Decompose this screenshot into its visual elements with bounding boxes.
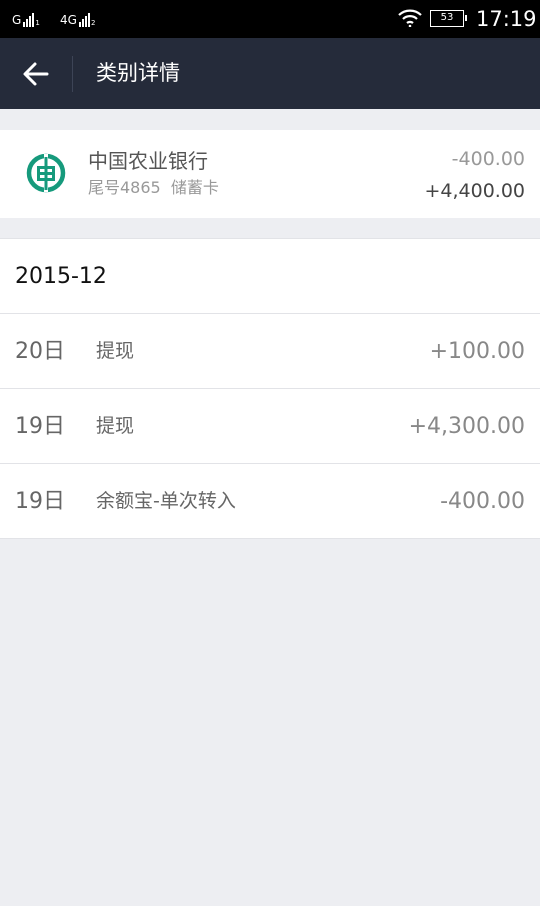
battery-level: 53 bbox=[440, 12, 454, 23]
battery-icon: 53 bbox=[430, 10, 467, 27]
signal-icon: G 1 bbox=[12, 11, 40, 27]
wifi-icon bbox=[398, 9, 422, 27]
status-time: 17:19 bbox=[476, 7, 537, 31]
signal-2-sub: 2 bbox=[90, 19, 96, 27]
card-info: 尾号4865 储蓄卡 bbox=[88, 178, 219, 197]
signal-icon: 4G 2 bbox=[60, 11, 95, 27]
month-header: 2015-12 bbox=[0, 239, 540, 314]
transaction-amount: +100.00 bbox=[429, 339, 525, 364]
transaction-row[interactable]: 19日 余额宝-单次转入 -400.00 bbox=[0, 464, 540, 539]
signal-1-label: G bbox=[12, 13, 22, 27]
transaction-day: 20日 bbox=[15, 339, 65, 364]
abc-bank-logo-icon bbox=[26, 153, 66, 193]
bank-name: 中国农业银行 bbox=[88, 149, 208, 173]
signal-2-label: 4G bbox=[60, 13, 77, 27]
transaction-amount: +4,300.00 bbox=[408, 414, 525, 439]
back-button[interactable] bbox=[10, 50, 62, 98]
transaction-row[interactable]: 20日 提现 +100.00 bbox=[0, 314, 540, 389]
transaction-row[interactable]: 19日 提现 +4,300.00 bbox=[0, 389, 540, 464]
transaction-day: 19日 bbox=[15, 414, 65, 439]
amount-out: -400.00 bbox=[451, 148, 525, 170]
arrow-left-icon bbox=[23, 62, 49, 86]
signal-1-sub: 1 bbox=[35, 19, 40, 27]
transaction-day: 19日 bbox=[15, 489, 65, 514]
status-bar: G 1 4G 2 53 17:19 bbox=[0, 0, 540, 38]
transaction-list: 2015-12 20日 提现 +100.00 19日 提现 +4,300.00 … bbox=[0, 238, 540, 539]
transaction-amount: -400.00 bbox=[440, 489, 525, 514]
transaction-desc: 提现 bbox=[96, 415, 135, 437]
nav-divider bbox=[72, 56, 73, 92]
page-title: 类别详情 bbox=[96, 61, 180, 85]
transaction-desc: 提现 bbox=[96, 340, 135, 362]
account-card[interactable]: 中国农业银行 尾号4865 储蓄卡 -400.00 +4,400.00 bbox=[0, 130, 540, 218]
nav-bar: 类别详情 bbox=[0, 38, 540, 109]
amount-in: +4,400.00 bbox=[424, 180, 525, 202]
transaction-desc: 余额宝-单次转入 bbox=[96, 490, 236, 512]
